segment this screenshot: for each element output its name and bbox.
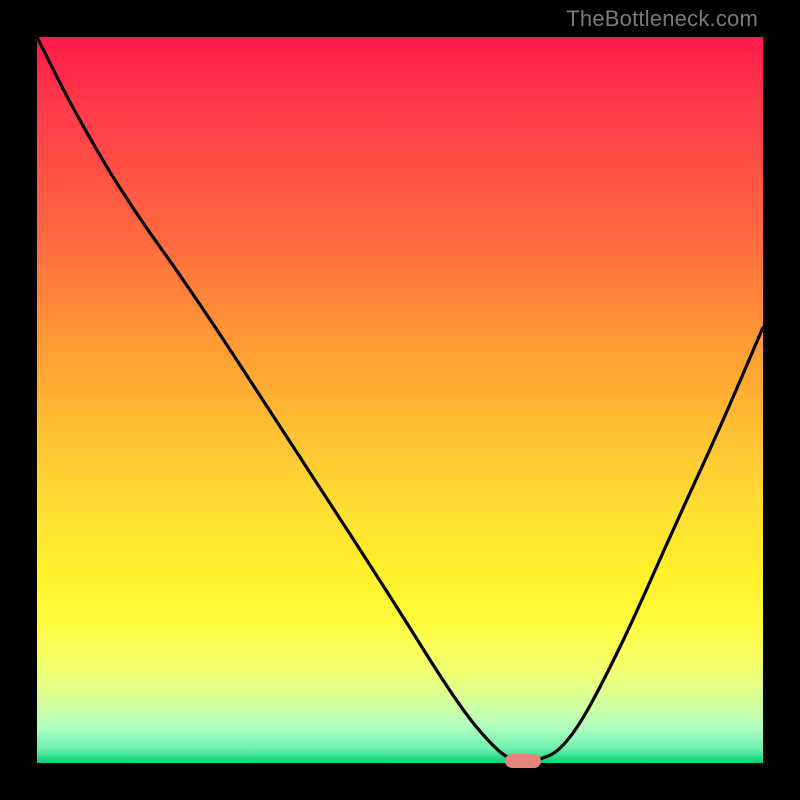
bottleneck-curve [37, 37, 763, 763]
plot-area [37, 37, 763, 763]
optimal-marker [505, 754, 541, 768]
watermark-label: TheBottleneck.com [566, 6, 758, 32]
chart-frame: TheBottleneck.com [0, 0, 800, 800]
